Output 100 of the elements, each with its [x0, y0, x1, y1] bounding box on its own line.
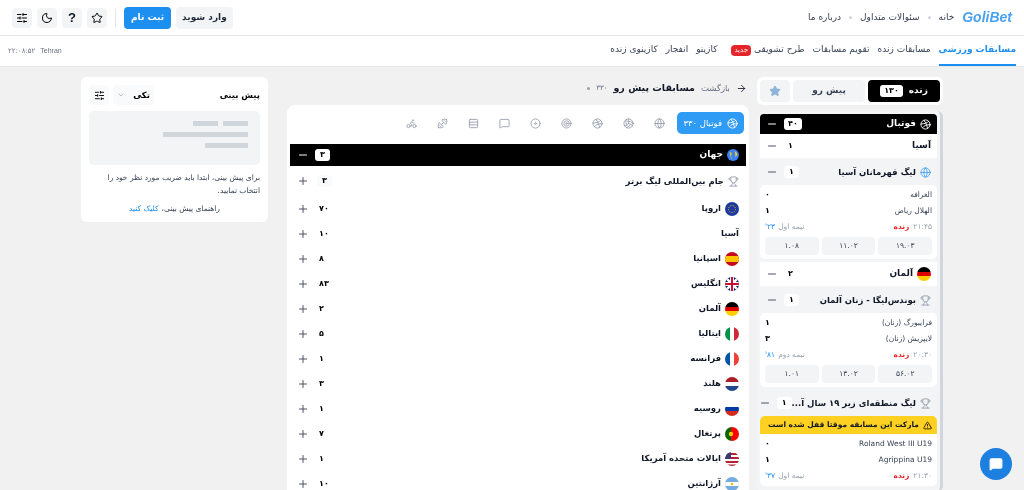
flag-icon [725, 351, 739, 366]
count-label: ۲ [318, 302, 325, 315]
sport-name: فوتبال [886, 117, 916, 131]
sliders-icon [93, 89, 105, 101]
region-name: آلمان [889, 267, 913, 281]
header-link[interactable]: درباره ما [807, 10, 842, 25]
globe-icon [727, 149, 739, 161]
bet-type-dropdown[interactable]: تکی [113, 85, 154, 105]
team-score: ۰ [765, 188, 770, 201]
nav-tab[interactable]: تقویم مسابقات [812, 36, 870, 66]
category-name: اروپا [701, 202, 721, 215]
warning-icon [923, 420, 932, 430]
expand-icon[interactable] [297, 402, 309, 415]
expand-icon[interactable] [297, 327, 309, 340]
region-name: جهان [699, 148, 723, 162]
category-row[interactable]: آرژانتین ۱۰ [290, 471, 746, 490]
team-score: ۱ [765, 316, 770, 329]
category-row[interactable]: اروپا ۷۰ [290, 196, 746, 221]
count-label: ۱ [318, 402, 325, 415]
expand-icon[interactable] [297, 302, 309, 315]
category-row[interactable]: هلند ۳ [290, 371, 746, 396]
disc-icon [530, 117, 542, 129]
category-name: انگلیس [691, 277, 721, 290]
help-button[interactable]: ? [62, 7, 82, 28]
nav-tab[interactable]: کازینوی زنده [610, 36, 658, 66]
category-row[interactable]: جام بین‌المللی لیگ برتر ۳ [290, 166, 746, 196]
flag-icon [725, 451, 739, 466]
league-row[interactable]: لیگ منطقه‌ای زیر ۱۹ سال آ... ۱ [760, 390, 937, 416]
favorites-tab[interactable] [760, 80, 790, 102]
expand-icon[interactable] [297, 175, 309, 187]
category-name: هلند [703, 377, 721, 390]
category-row[interactable]: ایالات متحده آمریکا ۱ [290, 446, 746, 471]
category-row[interactable]: فرانسه ۱ [290, 346, 746, 371]
team-score: ۱ [765, 204, 770, 217]
tab[interactable]: زنده ۱۳۰ [868, 80, 940, 102]
team-score: ۱ [765, 453, 770, 466]
nav-tab[interactable]: مسابقات زنده [877, 36, 931, 66]
login-button[interactable]: وارد شوید [176, 6, 233, 29]
region-row[interactable]: آلمان ۲ [760, 262, 937, 287]
count-label: ۷۰ [318, 202, 330, 215]
favorites-button[interactable] [87, 7, 107, 28]
trophy-icon [920, 397, 931, 409]
betslip-title: پیش بینی [219, 88, 260, 102]
globe-icon [920, 166, 931, 178]
count-badge: ۱ [784, 166, 799, 178]
flag-icon [725, 426, 739, 441]
count-label: ۸۳ [318, 277, 330, 290]
settings-button[interactable] [12, 7, 32, 28]
back-link[interactable]: بازگشت [700, 81, 730, 95]
expand-icon[interactable] [297, 352, 309, 365]
count-label: ۲ [788, 268, 793, 280]
category-name: آسیا [721, 227, 739, 240]
expand-icon[interactable] [297, 477, 309, 490]
expand-icon[interactable] [297, 277, 309, 290]
nav-tab[interactable]: انفجار [665, 36, 689, 66]
count-label: ۳ [317, 175, 332, 187]
chat-icon [989, 457, 1003, 471]
category-row[interactable]: ایتالیا ۵ [290, 321, 746, 346]
category-row[interactable]: اسپانیا ۸ [290, 246, 746, 271]
expand-icon[interactable] [297, 252, 309, 265]
nav-tab[interactable]: کازینو [696, 36, 718, 66]
flag-icon [725, 326, 739, 341]
count-label: ۵ [318, 327, 325, 340]
theme-button[interactable] [37, 7, 57, 28]
expand-icon[interactable] [297, 227, 309, 240]
league-name: لیگ قهرمانان آسیا [838, 165, 916, 179]
count-label: ۳ [318, 377, 325, 390]
settings-button[interactable] [89, 85, 109, 105]
category-name: ایتالیا [698, 327, 721, 340]
count-label: ۱ [788, 140, 793, 152]
flag-icon [725, 251, 739, 266]
category-row[interactable]: آلمان ۲ [290, 296, 746, 321]
header-link[interactable]: سئوالات متداول [860, 10, 920, 25]
star-icon [769, 85, 781, 97]
star-icon [91, 11, 103, 24]
category-row[interactable]: روسیه ۱ [290, 396, 746, 421]
expand-icon[interactable] [297, 427, 309, 440]
ball-icon [727, 117, 738, 129]
count-label: ۱۰ [318, 477, 330, 490]
back-arrow-icon[interactable] [736, 82, 747, 94]
league-row[interactable]: لیگ قهرمانان آسیا ۱ [760, 159, 937, 185]
flag-icon [725, 201, 739, 216]
category-row[interactable]: انگلیس ۸۳ [290, 271, 746, 296]
category-row[interactable]: پرتغال ۷ [290, 421, 746, 446]
expand-icon[interactable] [297, 202, 309, 215]
count-badge: ۱ [776, 397, 792, 409]
count-label: ۱ [318, 352, 325, 365]
expand-icon[interactable] [297, 452, 309, 465]
category-row[interactable]: آسیا ۱۰ [290, 221, 746, 246]
league-row[interactable]: بوندس‌لیگا - زنان آلمان ۱ [760, 287, 937, 313]
category-name: جام بین‌المللی لیگ برتر [625, 174, 724, 188]
ball-icon [920, 118, 931, 130]
tab[interactable]: پیش رو [793, 80, 865, 102]
header-link[interactable]: خانه [938, 10, 955, 25]
region-row[interactable]: آسیا ۱ [760, 134, 937, 159]
expand-icon[interactable] [297, 377, 309, 390]
chat-bubble-icon [499, 117, 511, 129]
flag-icon [725, 276, 739, 291]
globe-icon [654, 117, 666, 129]
chat-button[interactable] [980, 448, 1012, 480]
